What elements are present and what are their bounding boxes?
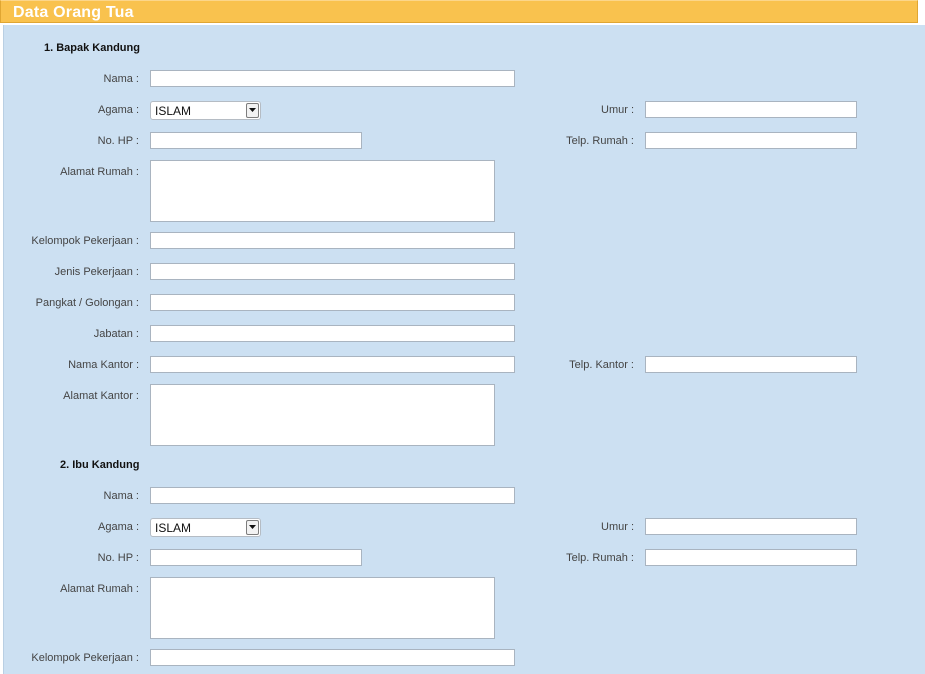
father-nama-label: Nama : — [103, 73, 139, 85]
mother-nama-label: Nama : — [103, 490, 139, 502]
father-telp-kantor-label: Telp. Kantor : — [569, 359, 634, 371]
father-telp-kantor-input[interactable] — [645, 356, 857, 373]
mother-alamat-rumah-label: Alamat Rumah : — [60, 583, 139, 595]
father-hp-input[interactable] — [150, 132, 362, 149]
father-kelompok-input[interactable] — [150, 232, 515, 249]
father-kelompok-label: Kelompok Pekerjaan : — [31, 235, 139, 247]
father-alamat-kantor-textarea[interactable] — [150, 384, 495, 446]
mother-nama-input[interactable] — [150, 487, 515, 504]
father-umur-input[interactable] — [645, 101, 857, 118]
mother-umur-label: Umur : — [601, 521, 634, 533]
mother-agama-value: ISLAM — [155, 521, 192, 535]
father-agama-value: ISLAM — [155, 104, 192, 118]
father-jabatan-label: Jabatan : — [93, 328, 139, 340]
father-jenis-label: Jenis Pekerjaan : — [54, 266, 139, 278]
section-header: Data Orang Tua — [0, 0, 918, 23]
father-agama-select[interactable]: ISLAM — [150, 101, 261, 120]
father-alamat-rumah-label: Alamat Rumah : — [60, 166, 139, 178]
father-nama-kantor-input[interactable] — [150, 356, 515, 373]
mother-hp-input[interactable] — [150, 549, 362, 566]
father-alamat-kantor-label: Alamat Kantor : — [63, 390, 139, 402]
mother-telp-rumah-label: Telp. Rumah : — [566, 552, 634, 564]
father-telp-rumah-label: Telp. Rumah : — [566, 135, 634, 147]
father-nama-input[interactable] — [150, 70, 515, 87]
mother-agama-select[interactable]: ISLAM — [150, 518, 261, 537]
mother-kelompok-input[interactable] — [150, 649, 515, 666]
mother-agama-label: Agama : — [98, 521, 139, 533]
mother-kelompok-label: Kelompok Pekerjaan : — [31, 652, 139, 664]
father-umur-label: Umur : — [601, 104, 634, 116]
father-alamat-rumah-textarea[interactable] — [150, 160, 495, 222]
page-title: Data Orang Tua — [13, 4, 134, 21]
father-jabatan-input[interactable] — [150, 325, 515, 342]
father-pangkat-input[interactable] — [150, 294, 515, 311]
father-hp-label: No. HP : — [97, 135, 139, 147]
mother-telp-rumah-input[interactable] — [645, 549, 857, 566]
father-nama-kantor-label: Nama Kantor : — [68, 359, 139, 371]
father-jenis-input[interactable] — [150, 263, 515, 280]
father-telp-rumah-input[interactable] — [645, 132, 857, 149]
mother-heading: 2. Ibu Kandung — [60, 459, 140, 471]
mother-umur-input[interactable] — [645, 518, 857, 535]
chevron-down-icon[interactable] — [246, 103, 259, 118]
father-heading: 1. Bapak Kandung — [44, 42, 140, 54]
father-pangkat-label: Pangkat / Golongan : — [35, 297, 139, 309]
mother-hp-label: No. HP : — [97, 552, 139, 564]
father-agama-label: Agama : — [98, 104, 139, 116]
chevron-down-icon[interactable] — [246, 520, 259, 535]
mother-alamat-rumah-textarea[interactable] — [150, 577, 495, 639]
